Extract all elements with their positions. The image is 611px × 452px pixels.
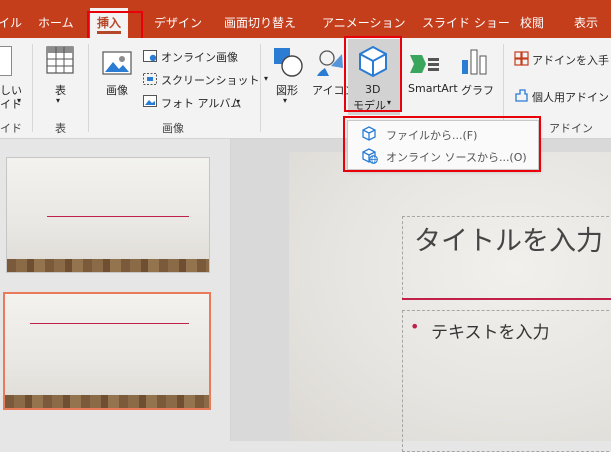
slide-thumbnail-pane xyxy=(0,139,231,441)
table-dropdown-arrow-icon[interactable]: ▾ xyxy=(56,96,60,105)
my-addins-button[interactable]: 個人用アドイン xyxy=(532,89,609,105)
bullet-icon: • xyxy=(410,317,420,336)
current-slide[interactable]: タイトルを入力 • テキストを入力 xyxy=(289,152,611,452)
body-placeholder-text: テキストを入力 xyxy=(431,323,550,343)
title-placeholder-text: タイトルを入力 xyxy=(414,226,603,257)
3d-model-dropdown-menu: ファイルから...(F) オンライン ソースから...(O) xyxy=(347,120,539,170)
photo-album-dropdown-arrow-icon[interactable]: ▾ xyxy=(236,97,240,106)
3d-model-dropdown-arrow-icon: ▾ xyxy=(387,98,392,107)
thumb-wood-floor xyxy=(5,395,209,408)
smartart-button-label[interactable]: SmartArt xyxy=(408,82,458,95)
tab-slideshow[interactable]: スライド ショー xyxy=(422,8,510,38)
shapes-icon[interactable] xyxy=(272,46,304,78)
thumb-wood-floor xyxy=(7,259,209,272)
get-addins-icon[interactable] xyxy=(514,51,529,66)
tab-insert[interactable]: 挿入 xyxy=(90,8,129,38)
online-image-icon[interactable] xyxy=(143,50,157,62)
menu-item-online-sources[interactable]: オンライン ソースから...(O) xyxy=(354,146,532,166)
thumb-title-line xyxy=(30,323,189,324)
tab-design[interactable]: デザイン xyxy=(154,8,202,38)
icons-icon[interactable] xyxy=(315,46,345,78)
slide-thumbnail-1[interactable] xyxy=(6,157,210,273)
tab-insert-label: 挿入 xyxy=(97,16,122,30)
body-placeholder[interactable]: • テキストを入力 xyxy=(402,310,611,452)
3d-model-label-line1: 3D xyxy=(365,83,381,96)
title-accent-line xyxy=(402,298,611,300)
get-addins-button[interactable]: アドインを入手 xyxy=(532,52,609,68)
menu-item-from-file[interactable]: ファイルから...(F) xyxy=(354,124,532,144)
3d-model-label-line2: モデル xyxy=(353,99,386,112)
shapes-dropdown-arrow-icon[interactable]: ▾ xyxy=(283,96,287,105)
active-tab-underline xyxy=(97,31,122,34)
new-slide-arrow-icon[interactable]: ▾ xyxy=(17,96,21,105)
menu-item-online-sources-label: オンライン ソースから...(O) xyxy=(386,151,527,164)
my-addins-icon[interactable] xyxy=(514,88,529,103)
tab-review[interactable]: 校閲 xyxy=(520,8,544,38)
image-button-label[interactable]: 画像 xyxy=(106,82,128,98)
new-slide-icon[interactable] xyxy=(0,46,12,76)
tab-transitions[interactable]: 画面切り替え xyxy=(224,8,296,38)
online-image-button[interactable]: オンライン画像 xyxy=(161,49,238,65)
title-bar xyxy=(0,0,611,8)
tab-view[interactable]: 表示 xyxy=(574,8,598,38)
title-placeholder[interactable]: タイトルを入力 xyxy=(402,216,611,300)
3d-cube-icon xyxy=(359,45,387,78)
group-label-slides: イド xyxy=(0,122,22,135)
smartart-icon[interactable] xyxy=(408,52,440,76)
thumb-title-line xyxy=(47,216,189,217)
screenshot-dropdown-arrow-icon[interactable]: ▾ xyxy=(264,74,268,83)
ribbon-tab-bar: イル ホーム 挿入 デザイン 画面切り替え アニメーション スライド ショー 校… xyxy=(0,8,611,38)
group-separator xyxy=(503,44,504,132)
tab-file[interactable]: イル xyxy=(0,8,22,38)
3d-model-button[interactable]: 3D モデル ▾ xyxy=(348,39,400,115)
photo-album-icon[interactable] xyxy=(143,95,157,107)
group-label-images: 画像 xyxy=(162,122,184,135)
tab-home[interactable]: ホーム xyxy=(38,8,74,38)
group-label-addins: アドイン xyxy=(549,122,593,135)
group-separator xyxy=(260,44,261,132)
screenshot-button[interactable]: スクリーンショット xyxy=(161,72,259,88)
table-icon[interactable] xyxy=(46,46,74,74)
group-label-tables: 表 xyxy=(55,122,66,135)
chart-icon[interactable] xyxy=(460,46,488,76)
image-icon[interactable] xyxy=(102,48,132,78)
photo-album-button[interactable]: フォト アルバム xyxy=(161,95,241,111)
chart-button-label[interactable]: グラフ xyxy=(461,82,494,98)
slide-thumbnail-2-selected[interactable] xyxy=(3,292,211,410)
menu-item-from-file-label: ファイルから...(F) xyxy=(386,129,478,142)
3d-cube-small-icon xyxy=(362,126,376,141)
tab-animations[interactable]: アニメーション xyxy=(322,8,406,38)
3d-cube-globe-icon xyxy=(362,148,378,164)
group-separator xyxy=(88,44,89,132)
screenshot-icon[interactable] xyxy=(143,73,157,85)
group-separator xyxy=(32,44,33,132)
